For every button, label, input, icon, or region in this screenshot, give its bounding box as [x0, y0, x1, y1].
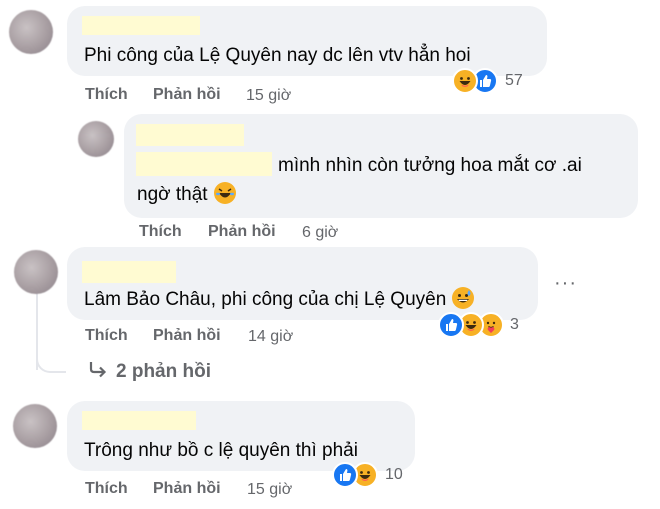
like-button[interactable]: Thích [139, 223, 182, 241]
reply-button[interactable]: Phản hồi [208, 223, 276, 241]
grinning-sweat-emoji-icon [452, 287, 475, 309]
thread-line-curve [36, 355, 66, 373]
comment-text: mình nhìn còn tưởng hoa mắt cơ .ai [278, 155, 582, 176]
comment-text: Lâm Bảo Châu, phi công của chị Lệ Quyên [84, 287, 475, 312]
more-options-button[interactable]: ··· [554, 272, 577, 295]
reaction-summary[interactable]: 57 [452, 68, 523, 94]
laughing-emoji-icon [213, 182, 236, 204]
haha-reaction-icon [452, 68, 478, 94]
avatar[interactable] [9, 10, 53, 54]
like-reaction-icon [332, 462, 358, 488]
redacted-author-name [82, 411, 196, 430]
reaction-count: 10 [385, 466, 403, 483]
like-button[interactable]: Thích [85, 86, 128, 104]
reply-arrow-icon [88, 360, 108, 383]
reaction-count: 57 [505, 72, 523, 89]
like-reaction-icon [438, 312, 464, 338]
reaction-summary[interactable]: 10 [332, 462, 403, 488]
avatar[interactable] [14, 250, 58, 294]
view-replies-label[interactable]: 2 phản hồi [116, 361, 211, 383]
redacted-author-name [82, 16, 200, 35]
timestamp[interactable]: 14 giờ [248, 328, 293, 346]
redacted-author-name [82, 261, 176, 283]
avatar[interactable] [78, 121, 114, 157]
like-button[interactable]: Thích [85, 327, 128, 345]
reaction-summary[interactable]: 3 [438, 312, 519, 338]
comment-text-line2: ngờ thật [137, 182, 236, 207]
reaction-count: 3 [510, 316, 519, 333]
reply-button[interactable]: Phản hồi [153, 327, 221, 345]
timestamp[interactable]: 15 giờ [246, 87, 291, 105]
redacted-author-name [136, 124, 244, 146]
comment-text: Trông như bồ c lệ quyên thì phải [84, 440, 358, 461]
timestamp[interactable]: 6 giờ [302, 224, 338, 242]
reply-button[interactable]: Phản hồi [153, 86, 221, 104]
comment-text: Phi công của Lệ Quyên nay dc lên vtv hẳn… [84, 45, 471, 66]
redacted-mention [136, 152, 272, 176]
reply-button[interactable]: Phản hồi [153, 480, 221, 498]
view-replies-link[interactable]: 2 phản hồi [88, 360, 211, 383]
like-button[interactable]: Thích [85, 480, 128, 498]
avatar[interactable] [13, 404, 57, 448]
timestamp[interactable]: 15 giờ [247, 481, 292, 499]
